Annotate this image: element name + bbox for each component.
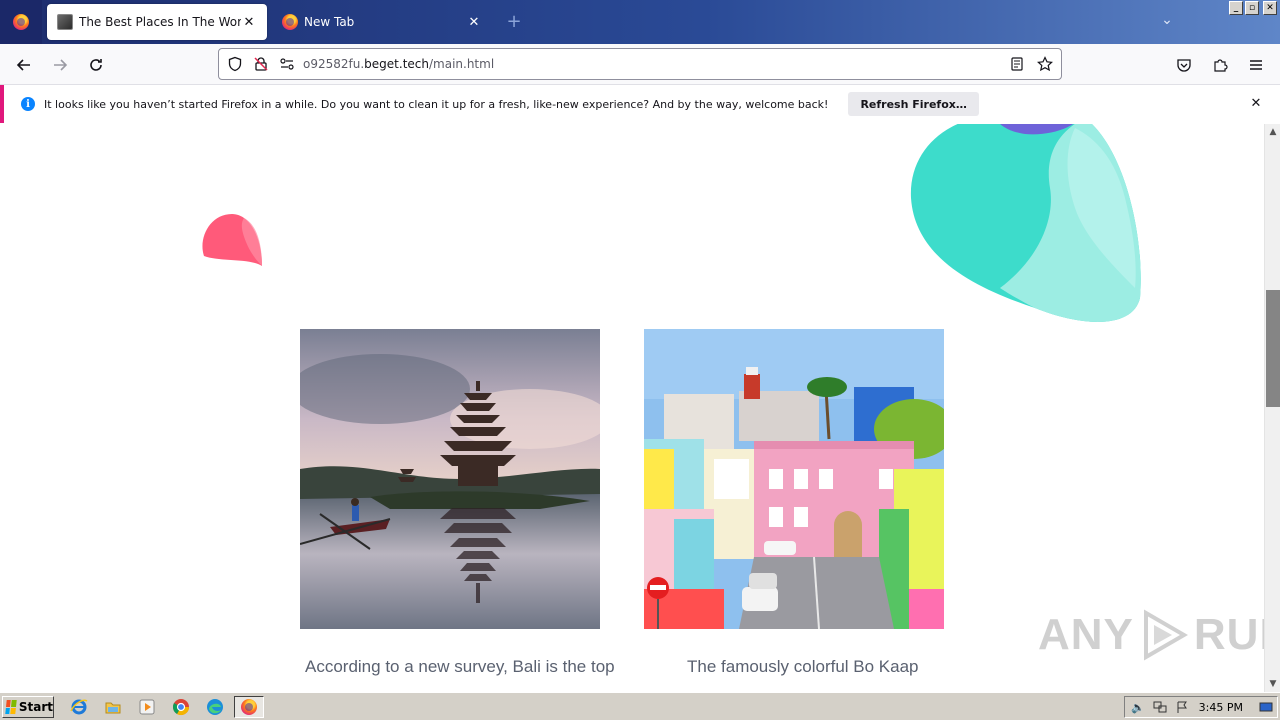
close-window-icon[interactable]: ✕ — [1263, 1, 1277, 15]
bo-kaap-colorful-houses-photo — [644, 329, 944, 629]
navigation-toolbar: o92582fu.beget.tech/main.html — [0, 44, 1280, 85]
volume-icon[interactable]: 🔈 — [1129, 699, 1147, 715]
scroll-down-arrow-icon[interactable]: ▼ — [1265, 676, 1280, 692]
reload-icon[interactable] — [82, 52, 110, 78]
close-tab-icon[interactable]: ✕ — [241, 14, 257, 30]
anyrun-watermark: ANY RUN — [1038, 609, 1264, 661]
explorer-icon[interactable] — [102, 697, 124, 717]
start-label: Start — [18, 700, 53, 714]
clock[interactable]: 3:45 PM — [1199, 701, 1243, 714]
list-all-tabs-chevron-icon[interactable]: ⌄ — [1157, 12, 1177, 32]
windows-logo-icon — [5, 700, 17, 714]
url-path: /main.html — [428, 57, 495, 71]
new-tab-plus-icon[interactable]: + — [504, 12, 524, 32]
back-arrow-icon[interactable] — [10, 52, 38, 78]
ie-icon[interactable] — [68, 697, 90, 717]
firefox-favicon-icon — [282, 14, 298, 30]
minimize-window-icon[interactable]: _ — [1229, 1, 1243, 15]
teal-blob-decoration — [910, 124, 1141, 322]
url-host: beget.tech — [364, 57, 429, 71]
firefox-view-button[interactable] — [0, 0, 42, 44]
start-button[interactable]: Start — [2, 696, 54, 718]
scrollbar-thumb[interactable] — [1266, 290, 1280, 407]
permissions-icon[interactable] — [277, 54, 297, 74]
site-favicon-icon — [57, 14, 73, 30]
firefox-icon — [13, 14, 29, 30]
url-subdomain: o92582fu. — [303, 57, 365, 71]
tab-new-tab[interactable]: New Tab ✕ — [272, 4, 492, 40]
notification-message: It looks like you haven’t started Firefo… — [44, 97, 829, 111]
bookmark-star-icon[interactable] — [1035, 54, 1055, 74]
firefox-icon — [241, 699, 257, 715]
edge-icon[interactable] — [204, 697, 226, 717]
tab-title: The Best Places In The World — [79, 15, 241, 29]
vertical-scrollbar[interactable]: ▲ ▼ — [1264, 124, 1280, 692]
forward-arrow-icon[interactable] — [46, 52, 74, 78]
extensions-puzzle-icon[interactable] — [1206, 52, 1234, 78]
bali-caption: According to a new survey, Bali is the t… — [305, 657, 615, 676]
address-bar[interactable]: o92582fu.beget.tech/main.html — [218, 48, 1062, 80]
windows-taskbar: Start 🔈 3:45 PM — [0, 692, 1280, 720]
scroll-up-arrow-icon[interactable]: ▲ — [1265, 124, 1280, 140]
restore-window-icon[interactable]: ▫ — [1245, 1, 1259, 15]
reader-view-icon[interactable] — [1007, 54, 1027, 74]
refresh-firefox-notification: i It looks like you haven’t started Fire… — [0, 85, 1280, 123]
tab-best-places[interactable]: The Best Places In The World ✕ — [47, 4, 267, 40]
pocket-icon[interactable] — [1170, 52, 1198, 78]
info-icon: i — [21, 97, 35, 111]
url-text: o92582fu.beget.tech/main.html — [303, 57, 1007, 71]
media-player-icon[interactable] — [136, 697, 158, 717]
action-center-flag-icon[interactable] — [1173, 699, 1191, 715]
page-content: According to a new survey, Bali is the t… — [0, 124, 1264, 692]
tracking-protection-shield-icon[interactable] — [225, 54, 245, 74]
tab-strip: The Best Places In The World ✕ New Tab ✕… — [0, 0, 1280, 44]
watermark-left-text: ANY — [1038, 610, 1134, 659]
close-notification-icon[interactable]: ✕ — [1248, 96, 1264, 112]
firefox-taskbar-icon[interactable] — [234, 696, 264, 718]
hamburger-menu-icon[interactable] — [1242, 52, 1270, 78]
system-tray: 🔈 3:45 PM — [1124, 696, 1278, 718]
play-logo-icon — [1143, 609, 1188, 661]
chrome-icon[interactable] — [170, 697, 192, 717]
insecure-lock-icon[interactable] — [251, 54, 271, 74]
refresh-firefox-button[interactable]: Refresh Firefox… — [848, 92, 979, 116]
pink-blob-decoration — [202, 214, 262, 266]
tab-title: New Tab — [304, 15, 355, 29]
bo-kaap-caption: The famously colorful Bo Kaap — [687, 657, 919, 676]
close-tab-icon[interactable]: ✕ — [466, 14, 482, 30]
network-icon[interactable] — [1151, 699, 1169, 715]
bali-temple-lake-photo — [300, 329, 600, 629]
watermark-right-text: RUN — [1193, 610, 1264, 659]
show-desktop-icon[interactable] — [1257, 699, 1275, 715]
